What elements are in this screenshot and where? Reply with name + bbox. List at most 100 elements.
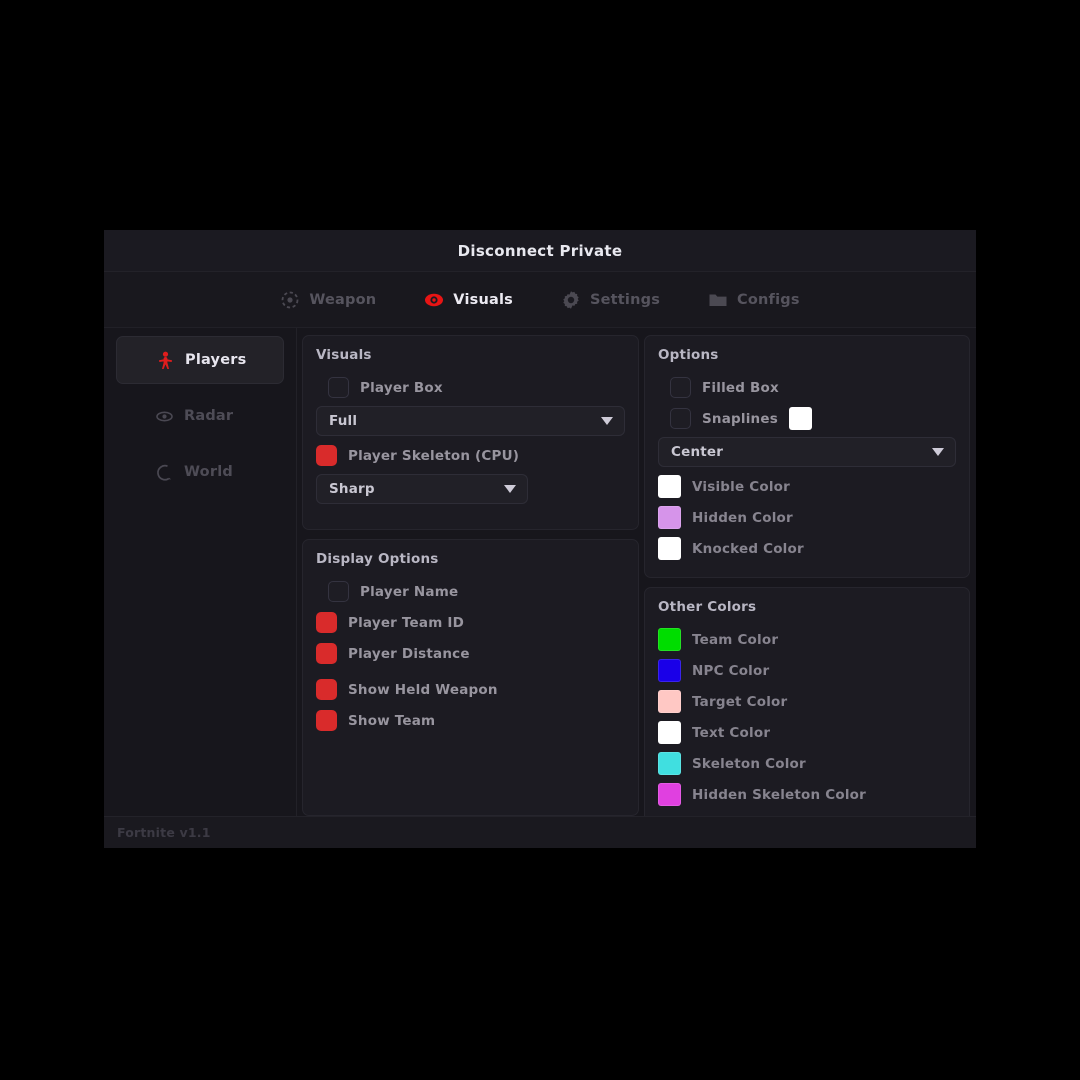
sidebar-item-world-label: World [184,464,233,480]
npc-color-swatch[interactable] [658,659,681,682]
sidebar-item-players-label: Players [185,352,247,368]
snapline-origin-value: Center [671,444,724,460]
sidebar-item-world[interactable]: World [116,448,284,496]
snaplines-color-swatch[interactable] [788,407,812,430]
tab-configs[interactable]: Configs [702,286,806,314]
hidden-color-swatch[interactable] [658,506,681,529]
tab-weapon-label: Weapon [309,291,377,308]
row-player-skeleton: Player Skeleton (CPU) [316,440,625,471]
right-column: Options Filled Box Snaplines Center Visi… [644,335,970,824]
row-filled-box: Filled Box [658,372,956,403]
tab-configs-label: Configs [737,291,800,308]
knocked-color-label: Knocked Color [692,540,804,557]
player-name-checkbox[interactable] [328,581,349,602]
skeleton-color-swatch[interactable] [658,752,681,775]
target-color-swatch[interactable] [658,690,681,713]
panel-other-colors-title: Other Colors [658,599,757,615]
panel-visuals-title: Visuals [316,347,372,363]
title-bar: Disconnect Private [104,230,976,272]
row-skeleton-color: Skeleton Color [658,748,956,779]
show-held-weapon-checkbox[interactable] [316,679,337,700]
row-team-color: Team Color [658,624,956,655]
box-type-dropdown[interactable]: Full [316,406,625,436]
row-player-name: Player Name [316,576,625,607]
person-icon [157,351,174,370]
filled-box-label: Filled Box [702,379,779,396]
eye-icon [424,290,444,310]
row-hidden-skeleton-color: Hidden Skeleton Color [658,779,956,810]
eye-icon [156,407,173,426]
globe-icon [156,463,173,482]
sidebar-item-radar-label: Radar [184,408,234,424]
text-color-label: Text Color [692,724,771,741]
row-npc-color: NPC Color [658,655,956,686]
row-visible-color: Visible Color [658,471,956,502]
panel-options: Options Filled Box Snaplines Center Visi… [644,335,970,578]
player-team-id-checkbox[interactable] [316,612,337,633]
row-snaplines: Snaplines [658,403,956,434]
window-body: Players Radar World Visuals Player Box F… [104,328,976,824]
player-name-label: Player Name [360,583,459,600]
tab-settings[interactable]: Settings [555,286,666,314]
gear-icon [561,290,581,310]
row-player-team-id: Player Team ID [316,607,625,638]
npc-color-label: NPC Color [692,662,770,679]
sidebar-item-radar[interactable]: Radar [116,392,284,440]
skeleton-type-value: Sharp [329,481,375,497]
tab-visuals-label: Visuals [453,291,513,308]
panel-visuals: Visuals Player Box Full Player Skeleton … [302,335,639,530]
status-bar: Fortnite v1.1 [104,816,976,848]
player-distance-checkbox[interactable] [316,643,337,664]
row-player-box: Player Box [316,372,625,403]
target-color-label: Target Color [692,693,788,710]
folder-icon [708,290,728,310]
skeleton-type-dropdown[interactable]: Sharp [316,474,528,504]
chevron-down-icon [504,485,516,493]
filled-box-checkbox[interactable] [670,377,691,398]
row-target-color: Target Color [658,686,956,717]
show-team-checkbox[interactable] [316,710,337,731]
snaplines-checkbox[interactable] [670,408,691,429]
sidebar-item-players[interactable]: Players [116,336,284,384]
skeleton-color-label: Skeleton Color [692,755,806,772]
row-text-color: Text Color [658,717,956,748]
text-color-swatch[interactable] [658,721,681,744]
version-label: Fortnite v1.1 [117,825,211,840]
player-box-checkbox[interactable] [328,377,349,398]
team-color-swatch[interactable] [658,628,681,651]
row-player-distance: Player Distance [316,638,625,669]
row-knocked-color: Knocked Color [658,533,956,564]
tab-bar: Weapon Visuals Settings Configs [104,272,976,328]
player-team-id-label: Player Team ID [348,614,465,631]
chevron-down-icon [932,448,944,456]
row-hidden-color: Hidden Color [658,502,956,533]
show-team-label: Show Team [348,712,436,729]
left-column: Visuals Player Box Full Player Skeleton … [302,335,639,816]
visible-color-label: Visible Color [692,478,790,495]
panel-other-colors: Other Colors Team Color NPC Color Target… [644,587,970,824]
hidden-skeleton-color-swatch[interactable] [658,783,681,806]
player-box-label: Player Box [360,379,443,396]
window-title: Disconnect Private [457,241,623,260]
hidden-skeleton-color-label: Hidden Skeleton Color [692,786,866,803]
settings-columns: Visuals Player Box Full Player Skeleton … [297,328,976,824]
tab-visuals[interactable]: Visuals [418,286,519,314]
player-distance-label: Player Distance [348,645,470,662]
chevron-down-icon [601,417,613,425]
tab-weapon[interactable]: Weapon [274,286,382,314]
box-type-value: Full [329,413,358,429]
snapline-origin-dropdown[interactable]: Center [658,437,956,467]
knocked-color-swatch[interactable] [658,537,681,560]
row-show-held-weapon: Show Held Weapon [316,674,625,705]
panel-display-options-title: Display Options [316,551,439,567]
player-skeleton-checkbox[interactable] [316,445,337,466]
panel-options-title: Options [658,347,719,363]
show-held-weapon-label: Show Held Weapon [348,681,498,698]
row-show-team: Show Team [316,705,625,736]
visible-color-swatch[interactable] [658,475,681,498]
team-color-label: Team Color [692,631,779,648]
cheat-menu-window: Disconnect Private Weapon Visuals Settin… [104,230,976,848]
panel-display-options: Display Options Player Name Player Team … [302,539,639,816]
player-skeleton-label: Player Skeleton (CPU) [348,447,520,464]
sidebar: Players Radar World [104,328,297,816]
